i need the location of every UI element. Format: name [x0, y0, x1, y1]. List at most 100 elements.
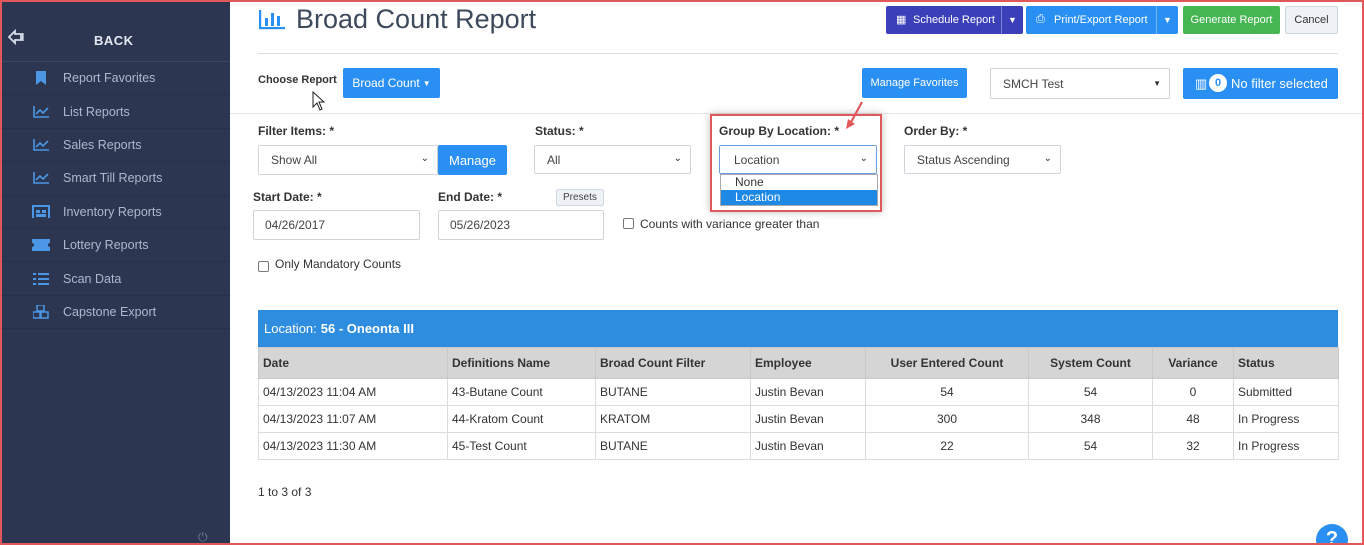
- order-by-select[interactable]: Status Ascending ⌄: [904, 145, 1061, 174]
- store-select[interactable]: SMCH Test ▼: [990, 68, 1170, 99]
- column-header[interactable]: Status: [1233, 347, 1339, 379]
- presets-button[interactable]: Presets: [556, 189, 604, 206]
- pagination-info: 1 to 3 of 3: [258, 485, 312, 499]
- caret-down-icon: ▼: [1153, 79, 1161, 88]
- mouse-cursor-icon: [312, 91, 326, 111]
- print-export-label: Print/Export Report: [1054, 14, 1148, 26]
- line-chart-icon: [32, 105, 50, 119]
- variance-label: Counts with variance greater than: [640, 217, 820, 231]
- sidebar-item-label: Inventory Reports: [63, 204, 162, 219]
- print-export-button[interactable]: ⎙ Print/Export Report ▼: [1026, 6, 1178, 34]
- table-cell: In Progress: [1233, 432, 1339, 460]
- sidebar-item-scan-data[interactable]: Scan Data: [0, 262, 230, 296]
- table-cell: 44-Kratom Count: [447, 405, 596, 433]
- line-chart-icon: [32, 138, 50, 152]
- filter-label: No filter selected: [1231, 76, 1328, 91]
- manage-favorites-button[interactable]: Manage Favorites: [862, 68, 967, 98]
- manage-button[interactable]: Manage: [438, 145, 507, 175]
- mandatory-checkbox[interactable]: [258, 261, 269, 272]
- column-header[interactable]: Broad Count Filter: [595, 347, 751, 379]
- sidebar-item-label: Lottery Reports: [63, 238, 149, 253]
- chevron-down-icon: ⌄: [1043, 153, 1052, 164]
- choose-report-label: Choose Report: [258, 74, 337, 86]
- annotation-arrow-icon: [846, 101, 863, 129]
- collapse-icon[interactable]: ⏻: [198, 530, 216, 545]
- page-title: Broad Count Report: [296, 4, 537, 34]
- table-cell: 54: [865, 378, 1029, 406]
- main-content: Broad Count Report ▦ Schedule Report ▼ ⎙…: [230, 0, 1364, 545]
- column-header[interactable]: Definitions Name: [447, 347, 596, 379]
- table-cell: 45-Test Count: [447, 432, 596, 460]
- sidebar-item-label: Sales Reports: [63, 137, 142, 152]
- line-chart-icon: [32, 171, 50, 185]
- printer-icon: ⎙: [1036, 13, 1045, 25]
- sidebar-item-label: Capstone Export: [63, 304, 157, 319]
- warehouse-icon: [32, 205, 50, 219]
- table-cell: In Progress: [1233, 405, 1339, 433]
- sidebar: BACK Report Favorites List Reports Sales R…: [0, 0, 230, 545]
- location-value: 56 - Oneonta III: [320, 321, 414, 336]
- start-date-label: Start Date: *: [253, 190, 322, 204]
- filter-items-value: Show All: [271, 153, 318, 167]
- column-header[interactable]: Date: [258, 347, 448, 379]
- sidebar-item-smart-till-reports[interactable]: Smart Till Reports: [0, 162, 230, 196]
- table-row[interactable]: 04/13/2023 11:07 AM 44-Kratom Count KRATOM…: [258, 405, 1339, 433]
- table-cell: 348: [1028, 405, 1153, 433]
- status-select[interactable]: All ⌄: [534, 145, 691, 174]
- filter-selector-button[interactable]: ▥ 0 No filter selected: [1183, 68, 1338, 99]
- choose-report-value: Broad Count: [352, 76, 420, 90]
- sidebar-item-lottery-reports[interactable]: Lottery Reports: [0, 229, 230, 263]
- sidebar-item-list-reports[interactable]: List Reports: [0, 95, 230, 129]
- table-cell: 0: [1152, 378, 1234, 406]
- report-table-section: Location: 56 - Oneonta III Date Definitio…: [258, 310, 1339, 460]
- table-row[interactable]: 04/13/2023 11:04 AM 43-Butane Count BUTANE…: [258, 378, 1339, 406]
- table-cell: 04/13/2023 11:04 AM: [258, 378, 448, 406]
- mandatory-label: Only Mandatory Counts: [275, 257, 402, 271]
- table-cell: Justin Bevan: [750, 432, 866, 460]
- table-cell: 54: [1028, 432, 1153, 460]
- sidebar-item-sales-reports[interactable]: Sales Reports: [0, 129, 230, 163]
- status-label: Status: *: [535, 124, 584, 138]
- ticket-icon: [32, 238, 50, 252]
- sidebar-item-label: Smart Till Reports: [63, 171, 163, 186]
- variance-checkbox[interactable]: [623, 218, 634, 229]
- report-table: Date Definitions Name Broad Count Filter Em…: [258, 347, 1339, 460]
- schedule-report-label: Schedule Report: [913, 14, 995, 26]
- filter-items-select[interactable]: Show All ⌄: [258, 145, 438, 175]
- generate-report-button[interactable]: Generate Report: [1183, 6, 1280, 34]
- table-cell: KRATOM: [595, 405, 751, 433]
- sidebar-item-capstone-export[interactable]: Capstone Export: [0, 296, 230, 330]
- table-cell: BUTANE: [595, 378, 751, 406]
- chevron-down-icon[interactable]: ▼: [1001, 6, 1023, 34]
- column-header[interactable]: Variance: [1152, 347, 1234, 379]
- sidebar-item-label: Scan Data: [63, 271, 122, 286]
- end-date-input[interactable]: 05/26/2023: [438, 210, 604, 240]
- calendar-icon: ▦: [896, 14, 907, 26]
- location-header: Location: 56 - Oneonta III: [258, 310, 1338, 347]
- back-label: BACK: [94, 33, 134, 48]
- back-button[interactable]: BACK: [0, 0, 230, 62]
- filter-items-label: Filter Items: *: [258, 124, 335, 138]
- chevron-down-icon[interactable]: ▼: [1156, 6, 1178, 34]
- status-value: All: [547, 152, 561, 167]
- table-cell: 43-Butane Count: [447, 378, 596, 406]
- bookmark-icon: [32, 71, 50, 86]
- chevron-down-icon: ⌄: [420, 153, 429, 164]
- table-row[interactable]: 04/13/2023 11:30 AM 45-Test Count BUTANE Ju…: [258, 432, 1339, 460]
- table-cell: BUTANE: [595, 432, 751, 460]
- sidebar-item-inventory-reports[interactable]: Inventory Reports: [0, 196, 230, 229]
- sidebar-item-label: List Reports: [63, 104, 130, 119]
- column-header[interactable]: User Entered Count: [865, 347, 1029, 379]
- cancel-button[interactable]: Cancel: [1285, 6, 1338, 34]
- order-by-value: Status Ascending: [917, 152, 1010, 167]
- cubes-icon: [32, 304, 50, 319]
- sidebar-item-report-favorites[interactable]: Report Favorites: [0, 62, 230, 96]
- order-by-label: Order By: *: [904, 124, 968, 138]
- schedule-report-button[interactable]: ▦ Schedule Report ▼: [886, 6, 1023, 34]
- column-header[interactable]: System Count: [1028, 347, 1153, 379]
- end-date-label: End Date: *: [438, 190, 503, 204]
- choose-report-dropdown[interactable]: Broad Count ▼: [343, 68, 440, 98]
- column-header[interactable]: Employee: [750, 347, 866, 379]
- table-cell: Justin Bevan: [750, 405, 866, 433]
- start-date-input[interactable]: 04/26/2017: [253, 210, 420, 240]
